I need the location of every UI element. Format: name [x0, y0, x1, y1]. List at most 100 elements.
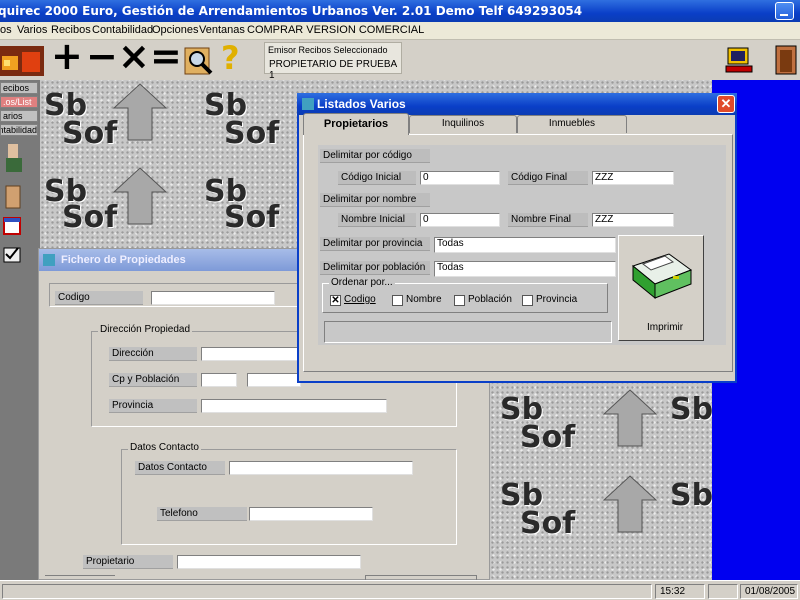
- close-button[interactable]: ✕: [717, 95, 735, 113]
- left-tab-varios[interactable]: arios: [0, 110, 38, 122]
- emisor-value: PROPIETARIO DE PRUEBA 1: [269, 59, 397, 81]
- nombre-order-label[interactable]: Nombre: [406, 294, 442, 305]
- status-cell: [708, 584, 738, 599]
- direccion-field[interactable]: [201, 347, 301, 361]
- delimitar-provincia-label: Delimitar por provincia: [320, 237, 430, 251]
- listados-title-bar[interactable]: Listados Varios ✕: [297, 93, 737, 115]
- window-title: quirec 2000 Euro, Gestión de Arrendamien…: [0, 4, 583, 18]
- menu-item-ventanas[interactable]: Ventanas: [199, 24, 245, 36]
- logo-sof: Sof: [62, 116, 118, 151]
- magnifier-icon: [184, 47, 213, 75]
- logo-sof: Sof: [520, 506, 576, 541]
- door-icon: [775, 45, 797, 75]
- tab-inquilinos[interactable]: Inquilinos: [409, 115, 517, 133]
- multiply-button[interactable]: ×: [118, 36, 150, 76]
- codigo-final-label: Código Final: [508, 171, 588, 185]
- codigo-final-input[interactable]: ZZZ: [592, 171, 674, 185]
- imprimir-button[interactable]: Imprimir: [618, 235, 704, 341]
- datos-contacto-label: Datos Contacto: [135, 461, 225, 475]
- checklist-icon[interactable]: [3, 247, 21, 263]
- equals-button[interactable]: =: [150, 36, 182, 76]
- codigo-checkbox[interactable]: ✕: [330, 295, 341, 306]
- logo-sof: Sof: [520, 420, 576, 455]
- add-button[interactable]: +: [51, 36, 83, 76]
- calendar-icon[interactable]: [3, 217, 21, 235]
- telefono-field[interactable]: [249, 507, 373, 521]
- propietario-field[interactable]: [177, 555, 361, 569]
- menu-item-varios[interactable]: Varios: [17, 24, 47, 36]
- delimitar-codigo-label: Delimitar por código: [320, 149, 430, 163]
- left-tab-recibos[interactable]: ecibos: [0, 82, 38, 94]
- subtract-button[interactable]: −: [86, 36, 118, 76]
- status-message: [2, 584, 652, 599]
- codigo-inicial-label: Código Inicial: [338, 171, 416, 185]
- logo-arrow-icon: [112, 83, 168, 141]
- direccion-label: Dirección: [109, 347, 197, 361]
- logo-sb: Sb: [670, 478, 712, 513]
- left-panel: ecibos os/List. arios ntabilidad: [0, 80, 40, 580]
- left-panel-icons: [3, 144, 22, 263]
- menu-item-comprar[interactable]: COMPRAR VERSION COMERCIAL: [247, 24, 424, 36]
- cp-poblacion-label: Cp y Población: [109, 373, 197, 387]
- provincia-field[interactable]: [201, 399, 387, 413]
- minimize-icon: [780, 14, 788, 16]
- provincia-checkbox[interactable]: [522, 295, 533, 306]
- status-time: 15:32: [655, 584, 705, 599]
- menu-item-os[interactable]: os: [0, 24, 12, 36]
- cp-field[interactable]: [201, 373, 237, 387]
- logo-sof: Sof: [62, 200, 118, 235]
- progress-area: [324, 321, 612, 343]
- delimitar-poblacion-label: Delimitar por población: [320, 261, 430, 275]
- provincia-label: Provincia: [109, 399, 197, 413]
- exit-door-button[interactable]: [772, 42, 800, 78]
- computer-icon: [725, 47, 753, 73]
- person-icon[interactable]: [6, 144, 22, 172]
- codigo-inicial-input[interactable]: 0: [420, 171, 500, 185]
- datos-contacto-field[interactable]: [229, 461, 413, 475]
- provincia-order-label[interactable]: Provincia: [536, 294, 577, 305]
- left-tab-contabilidad[interactable]: ntabilidad: [0, 124, 38, 136]
- search-button[interactable]: [184, 42, 214, 78]
- poblacion-select[interactable]: Todas: [434, 261, 616, 277]
- direccion-legend: Dirección Propiedad: [98, 324, 193, 335]
- provincia-select[interactable]: Todas: [434, 237, 616, 253]
- contacto-legend: Datos Contacto: [128, 442, 201, 453]
- fire-house-button[interactable]: [0, 42, 44, 78]
- left-tab-listados[interactable]: os/List.: [0, 96, 38, 108]
- codigo-order-label[interactable]: Codigo: [344, 294, 376, 305]
- nombre-final-label: Nombre Final: [508, 213, 588, 227]
- listados-title: Listados Varios: [317, 97, 406, 111]
- building-icon[interactable]: [5, 185, 21, 209]
- logo-sof: Sof: [224, 200, 280, 235]
- poblacion-field[interactable]: [247, 373, 301, 387]
- logo-sof: Sof: [224, 116, 280, 151]
- toolbar: + − × = ? Emisor Recibos Seleccionado PR…: [0, 36, 800, 81]
- poblacion-order-label[interactable]: Población: [468, 294, 512, 305]
- title-bar: quirec 2000 Euro, Gestión de Arrendamien…: [0, 0, 800, 22]
- nombre-inicial-label: Nombre Inicial: [338, 213, 416, 227]
- logo-arrow-icon: [112, 167, 168, 225]
- propietario-label: Propietario: [83, 555, 173, 569]
- emisor-label: Emisor Recibos Seleccionado: [268, 45, 388, 55]
- telefono-label: Telefono: [157, 507, 247, 521]
- tab-inmuebles[interactable]: Inmuebles: [517, 115, 627, 133]
- codigo-field[interactable]: [151, 291, 275, 305]
- tab-propietarios[interactable]: Propietarios: [303, 113, 409, 135]
- imprimir-label: Imprimir: [647, 322, 684, 333]
- app-icon: [43, 254, 55, 266]
- fichero-title: Fichero de Propiedades: [61, 254, 186, 266]
- codigo-label: Codigo: [55, 291, 143, 305]
- computer-button[interactable]: [724, 42, 754, 78]
- minimize-button[interactable]: [775, 2, 794, 20]
- ordenar-legend: Ordenar por...: [329, 277, 395, 288]
- emisor-box: Emisor Recibos Seleccionado PROPIETARIO …: [264, 42, 402, 81]
- logo-arrow-icon: [602, 475, 658, 533]
- nombre-checkbox[interactable]: [392, 295, 403, 306]
- poblacion-checkbox[interactable]: [454, 295, 465, 306]
- nombre-inicial-input[interactable]: 0: [420, 213, 500, 227]
- nombre-final-input[interactable]: ZZZ: [592, 213, 674, 227]
- dialog-app-icon: [302, 98, 314, 110]
- status-date: 01/08/2005: [740, 584, 798, 599]
- logo-sb: Sb: [670, 392, 712, 427]
- help-button[interactable]: ?: [221, 38, 240, 78]
